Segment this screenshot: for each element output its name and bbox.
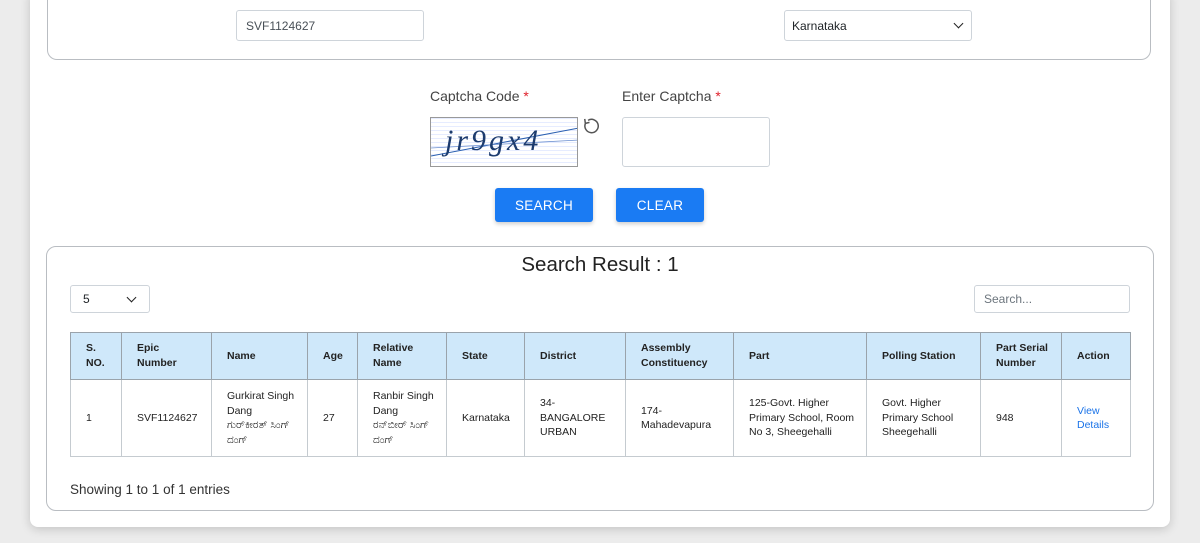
cell-sno: 1 [70, 379, 122, 457]
table-search-input[interactable] [974, 285, 1130, 313]
table-row: 1 SVF1124627 Gurkirat Singh Dang ಗುರ್‌ಕೀ… [70, 379, 1131, 457]
column-header-state[interactable]: State [446, 332, 525, 380]
cell-name: Gurkirat Singh Dang ಗುರ್‌ಕೀರತ್ ಸಿಂಗ್ ದಂಗ… [211, 379, 308, 457]
table-header-row: S. NO. Epic Number Name Age Relative Nam… [70, 332, 1131, 380]
column-header-part-serial[interactable]: Part Serial Number [980, 332, 1062, 380]
cell-part-serial: 948 [980, 379, 1062, 457]
cell-action: View Details [1061, 379, 1131, 457]
name-kannada: ಗುರ್‌ಕೀರತ್ ಸಿಂಗ್ ದಂಗ್ [227, 419, 290, 446]
table-info: Showing 1 to 1 of 1 entries [70, 482, 230, 497]
required-mark: * [715, 88, 721, 104]
results-table: S. NO. Epic Number Name Age Relative Nam… [70, 332, 1131, 457]
column-header-assembly[interactable]: Assembly Constituency [625, 332, 734, 380]
relative-name-english: Ranbir Singh Dang [373, 390, 434, 417]
captcha-code-label: Captcha Code * [430, 88, 529, 104]
main-card: Karnataka Captcha Code * Enter Captcha *… [30, 0, 1170, 527]
cell-state: Karnataka [446, 379, 525, 457]
column-header-sno[interactable]: S. NO. [70, 332, 122, 380]
cell-district: 34-BANGALORE URBAN [524, 379, 626, 457]
column-header-part[interactable]: Part [733, 332, 867, 380]
search-criteria-panel: Karnataka [47, 0, 1151, 60]
column-header-epic[interactable]: Epic Number [121, 332, 212, 380]
refresh-icon[interactable] [581, 116, 601, 136]
clear-button[interactable]: CLEAR [616, 188, 704, 222]
cell-age: 27 [307, 379, 358, 457]
column-header-polling-station[interactable]: Polling Station [866, 332, 981, 380]
search-button[interactable]: SEARCH [495, 188, 593, 222]
search-results-panel: Search Result : 1 5 S. NO. Epic Number N… [46, 246, 1154, 511]
required-mark: * [523, 88, 529, 104]
cell-polling-station: Govt. Higher Primary School Sheegehalli [866, 379, 981, 457]
cell-epic: SVF1124627 [121, 379, 212, 457]
results-title: Search Result : 1 [521, 253, 679, 276]
captcha-input[interactable] [622, 117, 770, 167]
page-length-select[interactable]: 5 [70, 285, 150, 313]
column-header-action[interactable]: Action [1061, 332, 1131, 380]
view-details-link[interactable]: View Details [1077, 405, 1109, 432]
cell-assembly: 174-Mahadevapura [625, 379, 734, 457]
relative-name-kannada: ರನ್‌ಬೀರ್ ಸಿಂಗ್ ದಂಗ್ [373, 419, 430, 446]
cell-relative-name: Ranbir Singh Dang ರನ್‌ಬೀರ್ ಸಿಂಗ್ ದಂಗ್ [357, 379, 447, 457]
captcha-text: jr9gx4 [445, 124, 542, 157]
cell-part: 125-Govt. Higher Primary School, Room No… [733, 379, 867, 457]
column-header-name[interactable]: Name [211, 332, 308, 380]
name-english: Gurkirat Singh Dang [227, 390, 295, 417]
state-select-value: Karnataka [792, 18, 847, 33]
captcha-image: jr9gx4 [430, 117, 578, 167]
column-header-district[interactable]: District [524, 332, 626, 380]
page-length-value: 5 [83, 292, 90, 306]
column-header-relative-name[interactable]: Relative Name [357, 332, 447, 380]
enter-captcha-label: Enter Captcha * [622, 88, 721, 104]
epic-number-input[interactable] [236, 10, 424, 41]
column-header-age[interactable]: Age [307, 332, 358, 380]
state-select[interactable]: Karnataka [784, 10, 972, 41]
chevron-down-icon [953, 18, 964, 29]
chevron-down-icon [126, 292, 137, 302]
